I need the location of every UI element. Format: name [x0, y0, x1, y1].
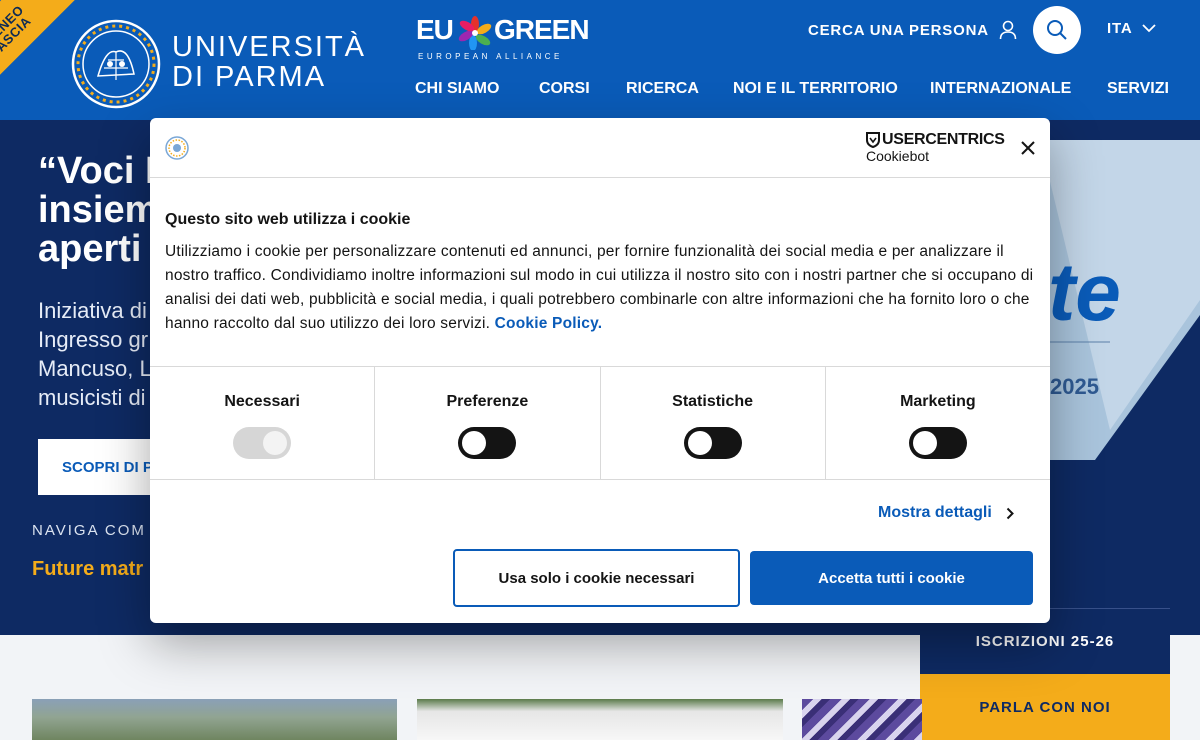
cookie-dialog-title: Questo sito web utilizza i cookie: [165, 211, 411, 228]
cookie-policy-link[interactable]: Cookie Policy.: [495, 315, 603, 332]
category-necessary-label: Necessari: [224, 393, 300, 410]
statistics-toggle[interactable]: [683, 427, 742, 459]
accept-all-cookies-button[interactable]: Accetta tutti i cookie: [750, 551, 1033, 605]
cookie-overlay: USERCENTRICS Cookiebot Questo sito web u…: [0, 0, 1200, 740]
category-preferences: Preferenze: [375, 367, 601, 479]
shield-icon: [866, 132, 880, 148]
usercentrics-cookiebot-logo[interactable]: USERCENTRICS Cookiebot: [866, 131, 1005, 164]
close-dialog-button[interactable]: [1016, 136, 1040, 160]
usercentrics-label: USERCENTRICS: [882, 131, 1005, 148]
category-marketing-label: Marketing: [900, 393, 976, 410]
category-statistics: Statistiche: [601, 367, 826, 479]
use-necessary-cookies-button[interactable]: Usa solo i cookie necessari: [453, 549, 740, 607]
category-necessary: Necessari: [150, 367, 376, 479]
cookiebot-label: Cookiebot: [866, 148, 930, 164]
category-marketing: Marketing: [826, 367, 1050, 479]
cookie-dialog-body: Utilizziamo i cookie per personalizzare …: [165, 240, 1035, 336]
cookie-category-toggles: Necessari Preferenze Statistiche Marketi…: [150, 366, 1050, 480]
category-statistics-label: Statistiche: [672, 393, 754, 410]
show-details-link[interactable]: Mostra dettagli: [878, 504, 1014, 522]
chevron-right-icon: [1006, 507, 1014, 519]
necessary-toggle: [233, 427, 292, 459]
university-small-logo-icon: [165, 136, 189, 160]
marketing-toggle[interactable]: [908, 427, 967, 459]
cookie-dialog-header: USERCENTRICS Cookiebot: [150, 118, 1050, 178]
show-details-label: Mostra dettagli: [878, 504, 992, 521]
cookie-consent-dialog: USERCENTRICS Cookiebot Questo sito web u…: [150, 118, 1050, 623]
close-icon: [1021, 141, 1035, 155]
preferences-toggle[interactable]: [458, 427, 517, 459]
category-preferences-label: Preferenze: [446, 393, 529, 410]
